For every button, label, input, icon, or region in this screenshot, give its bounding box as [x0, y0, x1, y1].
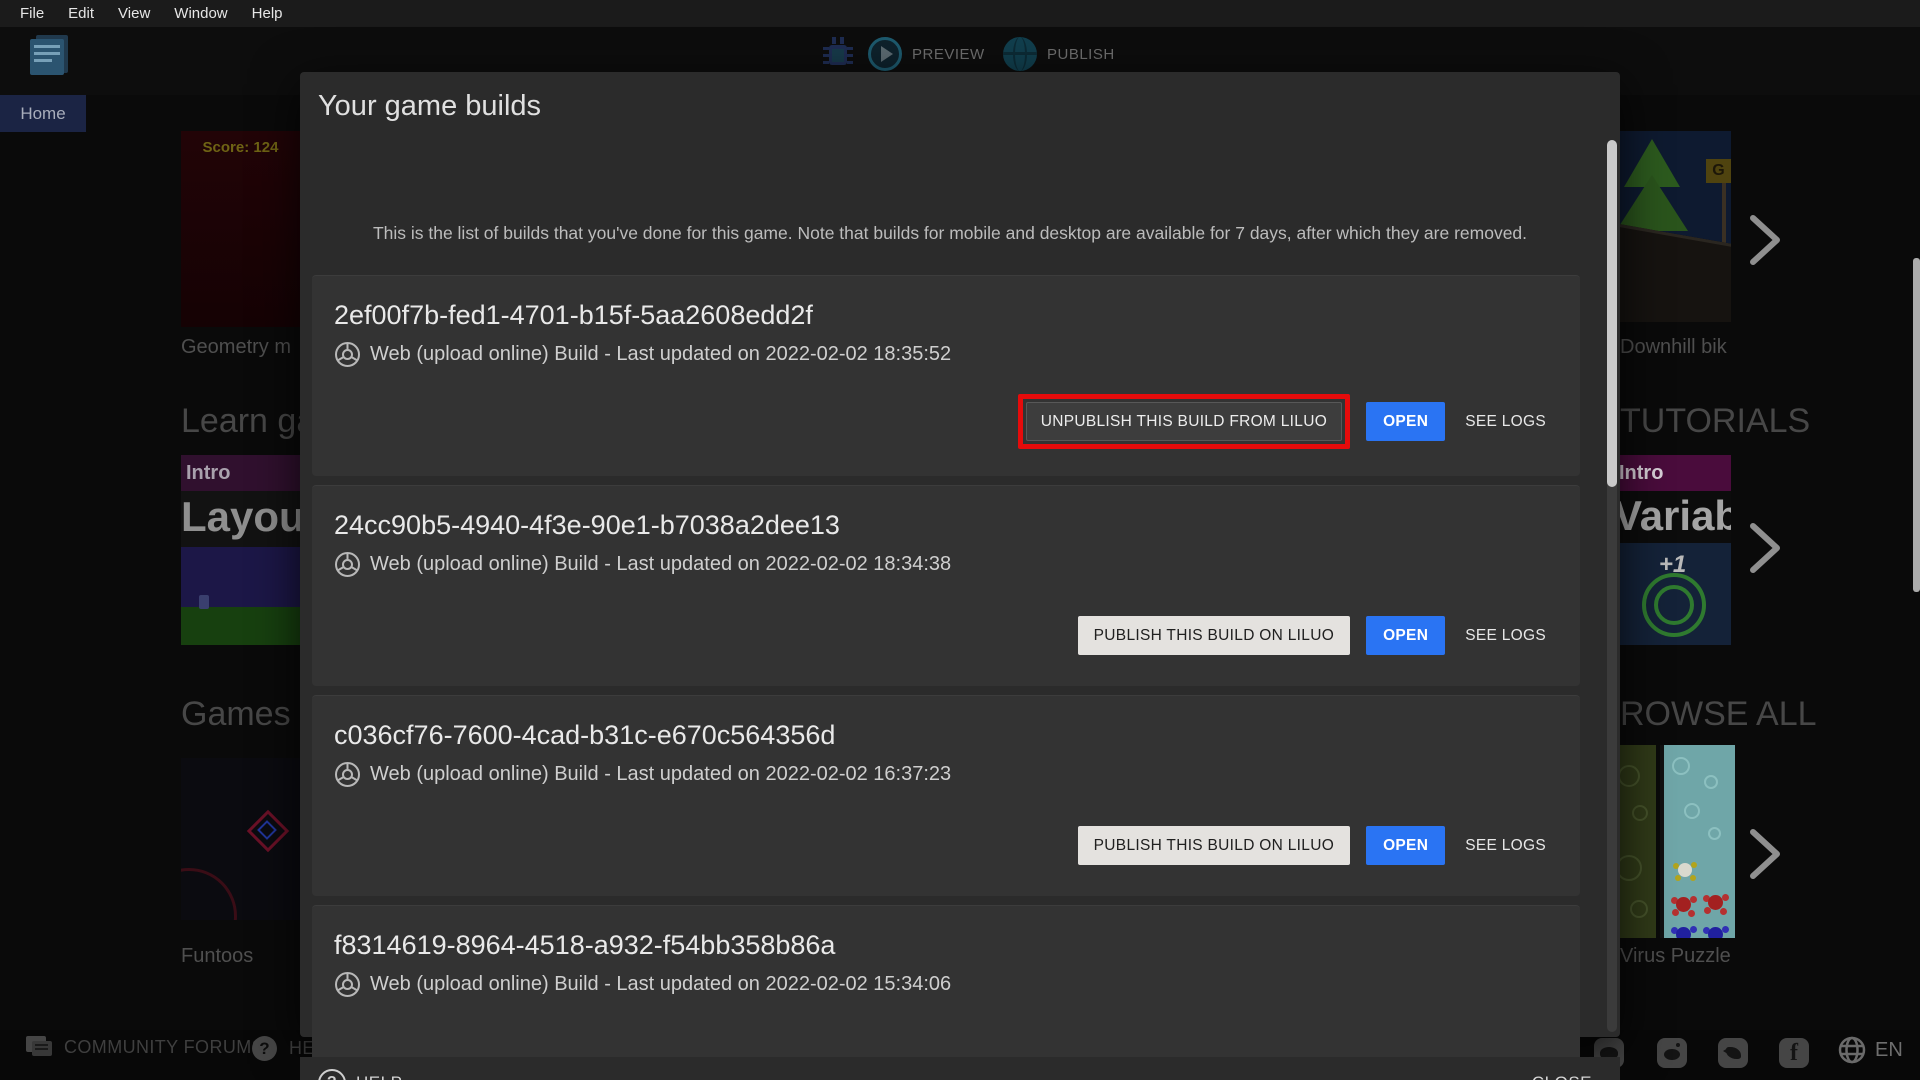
game-thumbnail-funtoos[interactable] — [181, 758, 300, 920]
open-build-button[interactable]: OPEN — [1366, 616, 1445, 655]
preview-label: PREVIEW — [912, 46, 985, 63]
layouts-title: Layou — [181, 491, 300, 547]
game-label-funtoos: Funtoos — [181, 945, 253, 968]
score-overlay: Score: 124 — [181, 139, 300, 156]
game-thumbnail-virus[interactable] — [1660, 745, 1735, 938]
dialog-title: Your game builds — [300, 72, 1620, 123]
close-label: CLOSE — [1532, 1073, 1592, 1080]
language-label: EN — [1875, 1039, 1903, 1062]
tree-bottom — [1616, 175, 1688, 231]
intro-badge: Intro — [186, 462, 230, 485]
menu-bar: File Edit View Window Help — [0, 0, 1920, 27]
publish-globe-icon — [1003, 37, 1037, 71]
game-thumbnail-downhill[interactable]: G — [1614, 131, 1731, 322]
help-circle-icon: ? — [318, 1069, 346, 1080]
red-arc — [181, 868, 237, 920]
build-id: f8314619-8964-4518-a932-f54bb358b86a — [334, 930, 1550, 961]
globe-icon — [1838, 1036, 1866, 1064]
section-header-tutorials: TUTORIALS — [1620, 402, 1810, 441]
game-thumbnail-geometry[interactable]: Score: 124 — [181, 131, 300, 327]
build-row: 24cc90b5-4940-4f3e-90e1-b7038a2dee13 Web… — [312, 485, 1580, 686]
virus-blue-2 — [1708, 927, 1723, 938]
dialog-scrollbar-thumb[interactable] — [1607, 140, 1617, 487]
twitter-icon[interactable] — [1718, 1038, 1748, 1068]
app-root: File Edit View Window Help PREVIEW — [0, 0, 1920, 1080]
dialog-footer: ? HELP CLOSE — [300, 1057, 1620, 1080]
player-sprite — [199, 595, 209, 609]
community-forums-button[interactable]: COMMUNITY FORUMS — [26, 1036, 264, 1058]
chevron-right-icon[interactable] — [1745, 520, 1785, 576]
variables-title: Variab — [1614, 491, 1731, 543]
dialog-description: This is the list of builds that you've d… — [358, 220, 1543, 247]
green-rings-inner — [1654, 585, 1694, 625]
chrome-icon — [334, 551, 361, 578]
menu-item-view[interactable]: View — [118, 5, 150, 22]
build-info: Web (upload online) Build - Last updated… — [370, 553, 951, 576]
see-logs-button[interactable]: SEE LOGS — [1461, 616, 1550, 655]
virus-red-1 — [1676, 897, 1691, 912]
build-info: Web (upload online) Build - Last updated… — [370, 973, 951, 996]
community-forums-label: COMMUNITY FORUMS — [64, 1037, 264, 1058]
section-header-browse-all: ROWSE ALL — [1620, 695, 1817, 734]
build-row: 2ef00f7b-fed1-4701-b15f-5aa2608edd2f Web… — [312, 275, 1580, 476]
game-thumbnail-layouts[interactable]: Intro Layou — [181, 455, 300, 645]
build-row: f8314619-8964-4518-a932-f54bb358b86a Web… — [312, 905, 1580, 1057]
gravel-road — [1614, 223, 1731, 322]
publish-build-button[interactable]: PUBLISH THIS BUILD ON LILUO — [1078, 616, 1350, 655]
section-header-games: Games n — [181, 695, 319, 734]
build-row: c036cf76-7600-4cad-b31c-e670c564356d Web… — [312, 695, 1580, 896]
window-scrollbar[interactable] — [1913, 258, 1920, 592]
publish-label: PUBLISH — [1047, 46, 1115, 63]
language-selector[interactable]: EN — [1838, 1036, 1903, 1064]
preview-button[interactable]: PREVIEW — [868, 37, 985, 71]
game-thumbnail-variables[interactable]: Intro Variab +1 — [1614, 455, 1731, 645]
chrome-icon — [334, 761, 361, 788]
game-label-virus: Virus Puzzle — [1620, 945, 1731, 968]
sign-flag: G — [1706, 159, 1731, 183]
game-label-geometry: Geometry m — [181, 336, 291, 359]
tab-home-label: Home — [20, 104, 65, 124]
game-builds-dialog: Your game builds This is the list of bui… — [300, 72, 1620, 1037]
reddit-icon[interactable] — [1657, 1038, 1687, 1068]
chrome-icon — [334, 341, 361, 368]
forum-chat-icon — [26, 1036, 52, 1058]
chevron-right-icon[interactable] — [1745, 212, 1785, 268]
menu-item-file[interactable]: File — [20, 5, 44, 22]
build-id: 24cc90b5-4940-4f3e-90e1-b7038a2dee13 — [334, 510, 1550, 541]
unpublish-build-button[interactable]: UNPUBLISH THIS BUILD FROM LILUO — [1026, 402, 1342, 441]
preview-play-icon — [868, 37, 902, 71]
open-build-button[interactable]: OPEN — [1366, 826, 1445, 865]
game-label-downhill: Downhill bik — [1620, 336, 1727, 359]
virus-blue-1 — [1676, 927, 1691, 938]
menu-item-help[interactable]: Help — [252, 5, 283, 22]
facebook-icon[interactable]: f — [1779, 1038, 1809, 1068]
builds-scroll-area: This is the list of builds that you've d… — [300, 194, 1600, 1057]
build-id: c036cf76-7600-4cad-b31c-e670c564356d — [334, 720, 1550, 751]
help-label: HELP — [356, 1073, 402, 1080]
virus-yellow — [1678, 863, 1692, 877]
menu-item-edit[interactable]: Edit — [68, 5, 94, 22]
game-thumbnail-partial[interactable] — [1614, 745, 1656, 938]
debug-icon[interactable] — [823, 37, 853, 71]
see-logs-button[interactable]: SEE LOGS — [1461, 826, 1550, 865]
question-circle-icon: ? — [252, 1036, 277, 1061]
help-button[interactable]: ? HELP — [318, 1069, 402, 1080]
tab-home[interactable]: Home — [0, 95, 86, 132]
publish-button[interactable]: PUBLISH — [1003, 37, 1115, 71]
virus-red-2 — [1708, 895, 1723, 910]
intro-badge-2: Intro — [1619, 462, 1663, 485]
build-info: Web (upload online) Build - Last updated… — [370, 763, 951, 786]
build-id: 2ef00f7b-fed1-4701-b15f-5aa2608edd2f — [334, 300, 1550, 331]
open-build-button[interactable]: OPEN — [1366, 402, 1445, 441]
section-header-learn: Learn ga — [181, 402, 315, 441]
project-manager-icon[interactable] — [28, 33, 72, 77]
chevron-right-icon[interactable] — [1745, 826, 1785, 882]
build-info: Web (upload online) Build - Last updated… — [370, 343, 951, 366]
annotation-highlight-box: UNPUBLISH THIS BUILD FROM LILUO — [1018, 394, 1350, 449]
publish-build-button[interactable]: PUBLISH THIS BUILD ON LILUO — [1078, 826, 1350, 865]
see-logs-button[interactable]: SEE LOGS — [1461, 402, 1550, 441]
chrome-icon — [334, 971, 361, 998]
close-button[interactable]: CLOSE — [1532, 1073, 1592, 1080]
menu-item-window[interactable]: Window — [174, 5, 227, 22]
